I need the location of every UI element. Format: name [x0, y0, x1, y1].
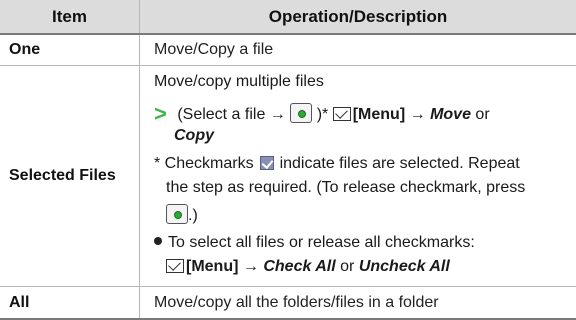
bullet-menu: [Menu]	[186, 258, 239, 275]
note-close: .)	[188, 207, 198, 224]
table-row-one: One Move/Copy a file	[0, 35, 576, 66]
table-row-all: All Move/copy all the folders/files in a…	[0, 287, 576, 320]
step-move: Move	[430, 106, 471, 123]
description-selected-files: Move/copy multiple files > (Select a fil…	[140, 66, 576, 286]
bullet-check-all: Check All	[263, 258, 336, 275]
center-key-icon	[166, 204, 188, 224]
selected-bullet-line1: To select all files or release all check…	[154, 233, 475, 253]
step-open: (Select a file →	[177, 106, 286, 123]
step-menu: [Menu]	[352, 106, 406, 123]
item-selected-files: Selected Files	[0, 66, 140, 286]
selected-step-line2: Copy	[174, 126, 214, 146]
step-copy: Copy	[174, 127, 214, 144]
right-chevron-icon: >	[154, 101, 167, 126]
header-item: Item	[0, 0, 140, 33]
table-header-row: Item Operation/Description	[0, 0, 576, 35]
mail-key-icon	[332, 107, 351, 121]
note-text1: indicate files are selected. Repeat	[279, 155, 520, 172]
bullet-text: To select all files or release all check…	[168, 234, 475, 251]
selected-note-line2: the step as required. (To release checkm…	[166, 179, 526, 196]
item-one: One	[0, 35, 140, 65]
checkmark-icon	[259, 156, 274, 170]
description-one: Move/Copy a file	[154, 41, 274, 58]
selected-note-line3: .)	[166, 204, 198, 226]
center-key-icon	[290, 103, 313, 123]
note-prefix: * Checkmarks	[154, 155, 254, 172]
step-or: or	[475, 106, 490, 123]
step-close: )*	[316, 106, 329, 123]
table-row-selected-files: Selected Files Move/copy multiple files …	[0, 66, 576, 287]
bullet-or: or	[340, 258, 355, 275]
selected-intro: Move/copy multiple files	[154, 73, 324, 90]
mail-key-icon	[166, 259, 184, 273]
bullet-arrow: →	[242, 258, 259, 275]
step-arrow: →	[409, 106, 426, 123]
selected-bullet-line2: [Menu] → Check All or Uncheck All	[166, 257, 450, 277]
selected-note-line1: * Checkmarks indicate files are selected.…	[154, 154, 520, 174]
selected-step-line1: > (Select a file → )* [Menu] → Move or	[154, 103, 490, 125]
header-operation: Operation/Description	[268, 6, 448, 26]
bullet-dot-icon	[154, 237, 162, 245]
item-all: All	[0, 287, 140, 318]
bullet-uncheck-all: Uncheck All	[358, 258, 450, 275]
description-all: Move/copy all the folders/files in a fol…	[154, 293, 439, 311]
